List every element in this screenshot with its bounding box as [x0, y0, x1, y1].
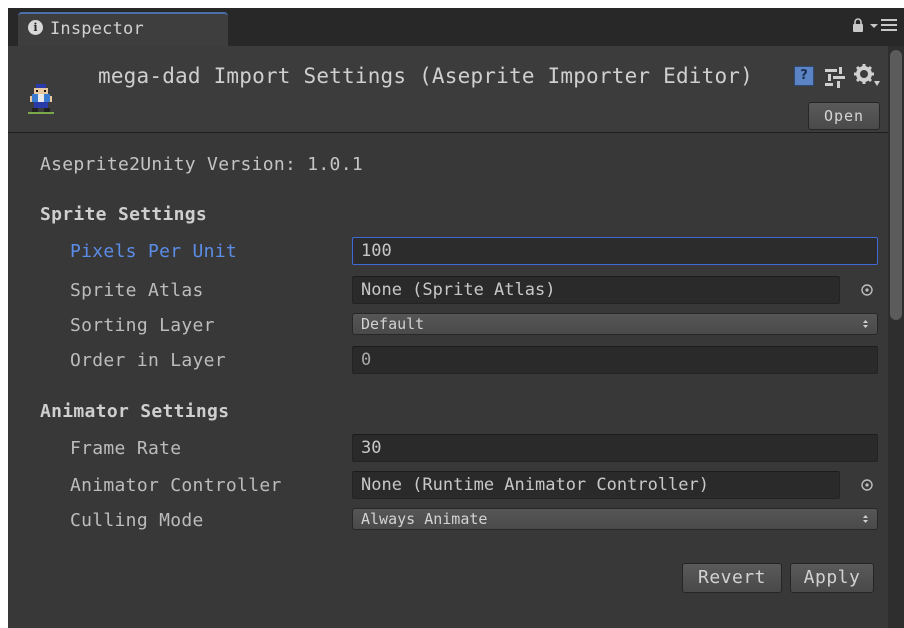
- settings-gear-icon[interactable]: [853, 63, 881, 89]
- apply-button[interactable]: Apply: [790, 563, 874, 593]
- sorting-layer-value: Default: [361, 315, 425, 333]
- inspector-header: mega-dad Import Settings (Aseprite Impor…: [8, 46, 888, 133]
- sprite-atlas-field[interactable]: None (Sprite Atlas): [352, 276, 840, 304]
- sprite-settings-header: Sprite Settings: [40, 204, 208, 225]
- lock-icon[interactable]: [852, 18, 864, 32]
- help-icon[interactable]: ?: [794, 66, 814, 86]
- tab-menu-icon[interactable]: [868, 17, 898, 33]
- order-in-layer-field[interactable]: 0: [352, 346, 878, 374]
- culling-mode-value: Always Animate: [361, 510, 488, 528]
- animator-settings-header: Animator Settings: [40, 401, 230, 422]
- pixels-per-unit-field[interactable]: 100: [352, 237, 878, 265]
- frame-rate-field[interactable]: 30: [352, 434, 878, 462]
- tab-title: Inspector: [50, 19, 144, 39]
- animator-controller-label: Animator Controller: [70, 475, 282, 496]
- sorting-layer-dropdown[interactable]: Default: [352, 313, 878, 335]
- culling-mode-dropdown[interactable]: Always Animate: [352, 508, 878, 530]
- tab-inspector[interactable]: i Inspector: [18, 12, 228, 46]
- animator-controller-field[interactable]: None (Runtime Animator Controller): [352, 471, 840, 499]
- preset-icon[interactable]: [824, 66, 846, 88]
- culling-mode-label: Culling Mode: [70, 510, 204, 531]
- dropdown-arrow-icon: [863, 515, 868, 523]
- object-picker-icon[interactable]: [860, 283, 874, 297]
- inspector-window: i Inspector mega-dad Import Settings (As…: [8, 8, 904, 628]
- pixels-per-unit-label: Pixels Per Unit: [70, 241, 238, 262]
- scrollbar-thumb[interactable]: [890, 50, 902, 320]
- version-text: Aseprite2Unity Version: 1.0.1: [40, 154, 363, 175]
- frame-rate-label: Frame Rate: [70, 438, 182, 459]
- order-in-layer-label: Order in Layer: [70, 350, 226, 371]
- revert-button[interactable]: Revert: [682, 563, 782, 593]
- vertical-scrollbar[interactable]: [888, 46, 904, 628]
- header-title: mega-dad Import Settings (Aseprite Impor…: [98, 64, 753, 88]
- open-button[interactable]: Open: [808, 102, 880, 130]
- tab-bar: i Inspector: [8, 8, 904, 46]
- sprite-asset-icon: [28, 84, 54, 114]
- object-picker-icon[interactable]: [860, 478, 874, 492]
- info-icon: i: [28, 20, 43, 35]
- sprite-atlas-label: Sprite Atlas: [70, 280, 204, 301]
- dropdown-arrow-icon: [863, 320, 868, 328]
- sorting-layer-label: Sorting Layer: [70, 315, 215, 336]
